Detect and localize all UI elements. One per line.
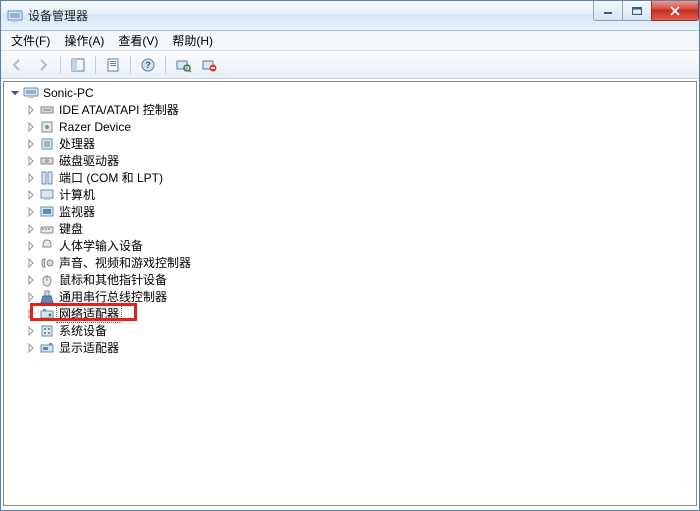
expand-icon[interactable] xyxy=(24,120,38,134)
category-icon xyxy=(39,204,55,220)
toolbar-separator xyxy=(130,56,131,74)
device-tree: Sonic-PC IDE ATA/ATAPI 控制器Razer Device处理… xyxy=(4,82,696,356)
tree-item[interactable]: 处理器 xyxy=(6,135,696,152)
tree-item-label: 计算机 xyxy=(57,187,97,203)
tree-item[interactable]: 人体学输入设备 xyxy=(6,237,696,254)
device-tree-pane[interactable]: Sonic-PC IDE ATA/ATAPI 控制器Razer Device处理… xyxy=(3,81,697,506)
collapse-icon[interactable] xyxy=(8,86,22,100)
category-icon xyxy=(39,238,55,254)
tree-item-label: 处理器 xyxy=(57,136,97,152)
tree-item[interactable]: 通用串行总线控制器 xyxy=(6,288,696,305)
tree-item[interactable]: 监视器 xyxy=(6,203,696,220)
tree-item-label: 人体学输入设备 xyxy=(57,238,145,254)
category-icon xyxy=(39,272,55,288)
expand-icon[interactable] xyxy=(24,341,38,355)
tree-item-label: 声音、视频和游戏控制器 xyxy=(57,255,193,271)
expand-icon[interactable] xyxy=(24,273,38,287)
expand-icon[interactable] xyxy=(24,256,38,270)
tree-item-label: 鼠标和其他指针设备 xyxy=(57,272,169,288)
maximize-button[interactable] xyxy=(622,1,652,21)
tree-item-label: 网络适配器 xyxy=(57,306,121,322)
menu-action[interactable]: 操作(A) xyxy=(58,31,110,50)
tree-item[interactable]: 系统设备 xyxy=(6,322,696,339)
category-icon xyxy=(39,119,55,135)
properties-button[interactable] xyxy=(101,53,125,77)
forward-button[interactable] xyxy=(31,53,55,77)
category-icon xyxy=(39,136,55,152)
category-icon xyxy=(39,153,55,169)
tree-item-label: 磁盘驱动器 xyxy=(57,153,121,169)
category-icon xyxy=(39,170,55,186)
toolbar-separator xyxy=(60,56,61,74)
titlebar: 设备管理器 xyxy=(1,1,699,31)
category-icon xyxy=(39,187,55,203)
category-icon xyxy=(39,221,55,237)
tree-item[interactable]: 声音、视频和游戏控制器 xyxy=(6,254,696,271)
tree-item[interactable]: 键盘 xyxy=(6,220,696,237)
tree-item-label: Razer Device xyxy=(57,119,133,135)
close-button[interactable] xyxy=(651,1,699,21)
tree-item[interactable]: 网络适配器 xyxy=(6,305,696,322)
scan-hardware-button[interactable] xyxy=(171,53,195,77)
tree-item-label: IDE ATA/ATAPI 控制器 xyxy=(57,102,181,118)
minimize-button[interactable] xyxy=(593,1,623,21)
tree-root-row[interactable]: Sonic-PC xyxy=(6,84,696,101)
tree-item-label: 监视器 xyxy=(57,204,97,220)
menu-view[interactable]: 查看(V) xyxy=(112,31,164,50)
window-title: 设备管理器 xyxy=(28,7,88,24)
expand-icon[interactable] xyxy=(24,188,38,202)
expand-icon[interactable] xyxy=(24,154,38,168)
expand-icon[interactable] xyxy=(24,239,38,253)
category-icon xyxy=(39,289,55,305)
tree-root-label: Sonic-PC xyxy=(41,85,96,101)
uninstall-button[interactable] xyxy=(197,53,221,77)
help-button[interactable]: ? xyxy=(136,53,160,77)
tree-item[interactable]: 端口 (COM 和 LPT) xyxy=(6,169,696,186)
tree-item[interactable]: Razer Device xyxy=(6,118,696,135)
computer-icon xyxy=(23,85,39,101)
device-manager-icon xyxy=(7,8,23,24)
svg-text:?: ? xyxy=(145,60,151,70)
menu-file[interactable]: 文件(F) xyxy=(5,31,56,50)
category-icon xyxy=(39,340,55,356)
expand-icon[interactable] xyxy=(24,290,38,304)
expand-icon[interactable] xyxy=(24,222,38,236)
tree-item[interactable]: 显示适配器 xyxy=(6,339,696,356)
expand-icon[interactable] xyxy=(24,205,38,219)
tree-item-label: 系统设备 xyxy=(57,323,109,339)
category-icon xyxy=(39,102,55,118)
menubar: 文件(F) 操作(A) 查看(V) 帮助(H) xyxy=(1,31,699,51)
window-buttons xyxy=(594,1,699,21)
expand-icon[interactable] xyxy=(24,103,38,117)
tree-item[interactable]: 磁盘驱动器 xyxy=(6,152,696,169)
expand-icon[interactable] xyxy=(24,307,38,321)
tree-item[interactable]: 计算机 xyxy=(6,186,696,203)
tree-item[interactable]: IDE ATA/ATAPI 控制器 xyxy=(6,101,696,118)
toolbar-separator xyxy=(165,56,166,74)
expand-icon[interactable] xyxy=(24,324,38,338)
tree-item[interactable]: 鼠标和其他指针设备 xyxy=(6,271,696,288)
show-hide-console-tree-button[interactable] xyxy=(66,53,90,77)
back-button[interactable] xyxy=(5,53,29,77)
tree-item-label: 键盘 xyxy=(57,221,85,237)
tree-item-label: 通用串行总线控制器 xyxy=(57,289,169,305)
toolbar-separator xyxy=(95,56,96,74)
category-icon xyxy=(39,306,55,322)
toolbar: ? xyxy=(1,51,699,79)
menu-help[interactable]: 帮助(H) xyxy=(166,31,219,50)
expand-icon[interactable] xyxy=(24,137,38,151)
tree-item-label: 端口 (COM 和 LPT) xyxy=(57,170,165,186)
tree-item-label: 显示适配器 xyxy=(57,340,121,356)
category-icon xyxy=(39,323,55,339)
expand-icon[interactable] xyxy=(24,171,38,185)
category-icon xyxy=(39,255,55,271)
